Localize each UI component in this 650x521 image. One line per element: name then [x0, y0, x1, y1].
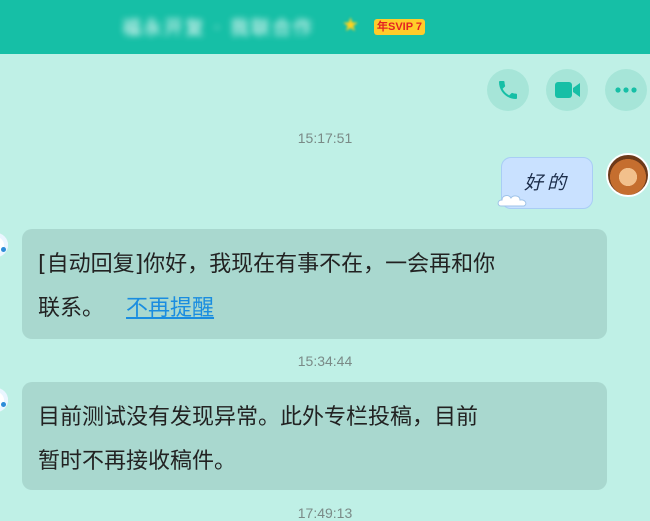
user-avatar[interactable]	[606, 153, 650, 197]
video-camera-icon	[555, 82, 580, 98]
contact-name[interactable]: 福永开复 · 我联合作	[122, 13, 314, 40]
more-dots-icon	[615, 87, 637, 93]
timestamp: 15:34:44	[297, 353, 353, 369]
message-text: 联系。	[38, 296, 105, 321]
dont-remind-link[interactable]: 不再提醒	[126, 296, 214, 321]
phone-icon	[499, 81, 517, 99]
chat-header: 福永开复 · 我联合作 ★ 年SVIP 7	[0, 0, 650, 54]
vip-badge[interactable]: 年SVIP 7	[374, 19, 426, 35]
message-bubble-received[interactable]: [自动回复]你好，我现在有事不在，一会再和你 联系。 不再提醒	[22, 229, 607, 339]
message-text: 你好，我现在有事不在，一会再和你	[143, 252, 496, 277]
contact-avatar[interactable]	[0, 233, 8, 257]
auto-reply-tag: [自动回复]	[38, 252, 144, 277]
more-options-button[interactable]	[605, 69, 647, 111]
video-call-button[interactable]	[546, 69, 588, 111]
timestamp: 15:17:51	[297, 130, 353, 146]
contact-avatar[interactable]	[0, 388, 8, 412]
star-icon: ★	[342, 14, 360, 36]
cloud-decoration-icon	[497, 195, 527, 207]
message-text: 暂时不再接收稿件。	[38, 449, 237, 474]
message-bubble-received[interactable]: 目前测试没有发现异常。此外专栏投稿，目前 暂时不再接收稿件。	[22, 382, 607, 490]
message-line: 联系。 不再提醒	[38, 287, 591, 331]
voice-call-button[interactable]	[487, 69, 529, 111]
message-text: 目前测试没有发现异常。此外专栏投稿，目前	[38, 405, 479, 430]
message-line: [自动回复]你好，我现在有事不在，一会再和你	[38, 243, 591, 287]
timestamp: 17:49:13	[297, 505, 353, 521]
